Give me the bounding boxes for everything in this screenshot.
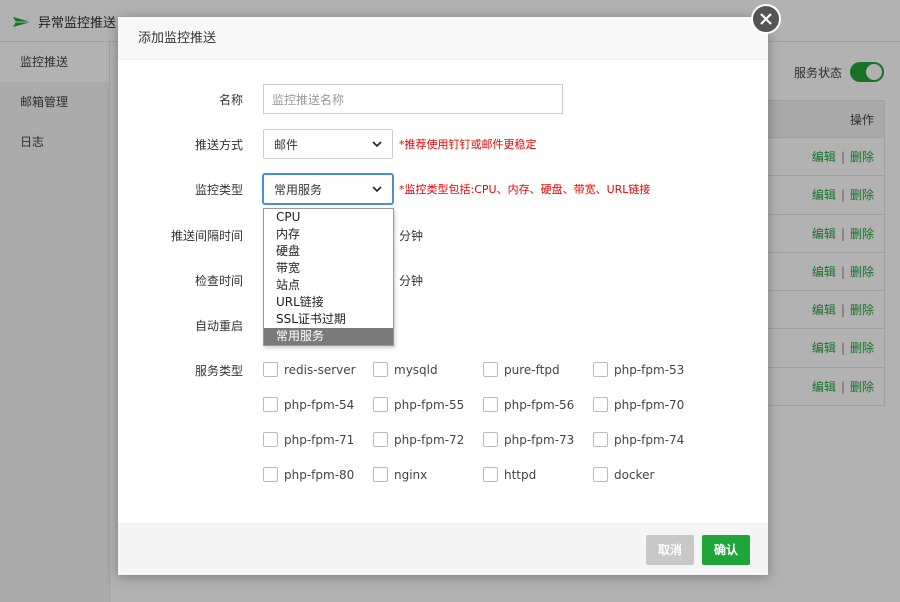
dropdown-option[interactable]: CPU [264, 209, 393, 226]
service-checkbox-item[interactable]: php-fpm-55 [373, 397, 464, 412]
service-checkbox-label: redis-server [284, 362, 356, 377]
service-checkbox-item[interactable]: mysqld [373, 362, 438, 377]
service-checkbox-label: php-fpm-74 [614, 432, 685, 447]
service-checkbox[interactable] [263, 362, 278, 377]
service-checkbox-label: php-fpm-73 [504, 432, 575, 447]
dropdown-option[interactable]: 带宽 [264, 260, 393, 277]
service-checkbox-item[interactable]: php-fpm-56 [483, 397, 574, 412]
monitor-type-value: 常用服务 [274, 182, 323, 197]
service-checkbox[interactable] [483, 362, 498, 377]
service-checkbox-label: nginx [394, 467, 428, 482]
dropdown-option[interactable]: 内存 [264, 226, 393, 243]
name-input[interactable]: 监控推送名称 [263, 84, 563, 114]
service-checkbox-label: httpd [504, 467, 537, 482]
push-method-value: 邮件 [274, 137, 299, 152]
service-checkbox[interactable] [483, 397, 498, 412]
service-checkbox[interactable] [373, 432, 388, 447]
dropdown-option[interactable]: 站点 [264, 277, 393, 294]
push-interval-label: 推送间隔时间 [170, 228, 243, 243]
service-checkbox[interactable] [263, 467, 278, 482]
confirm-button[interactable]: 确认 [702, 535, 751, 565]
service-checkbox-label: pure-ftpd [504, 362, 560, 377]
dialog-title: 添加监控推送 [118, 17, 768, 60]
monitor-type-select[interactable]: 常用服务 [263, 174, 393, 204]
service-checkbox-label: php-fpm-56 [504, 397, 575, 412]
service-checkbox-item[interactable]: php-fpm-72 [373, 432, 464, 447]
push-method-select[interactable]: 邮件 [263, 129, 393, 159]
service-checkbox-item[interactable]: php-fpm-70 [593, 397, 684, 412]
service-checkbox[interactable] [373, 397, 388, 412]
service-checkbox-label: php-fpm-55 [394, 397, 465, 412]
service-checkbox-label: php-fpm-70 [614, 397, 685, 412]
dropdown-option[interactable]: 常用服务 [264, 328, 393, 345]
chevron-down-icon [372, 141, 382, 148]
service-checkbox[interactable] [263, 432, 278, 447]
service-checkbox[interactable] [593, 467, 608, 482]
add-monitor-push-dialog: 添加监控推送 名称 监控推送名称 推送方式 邮件 *推荐使用钉钉或邮件更稳定 监… [118, 17, 768, 575]
service-checkbox-item[interactable]: php-fpm-54 [263, 397, 354, 412]
push-interval-unit: 分钟 [399, 228, 424, 243]
service-checkbox-item[interactable]: nginx [373, 467, 427, 482]
dropdown-option[interactable]: URL链接 [264, 294, 393, 311]
auto-restart-row: 自动重启 [118, 310, 768, 340]
push-method-hint: *推荐使用钉钉或邮件更稳定 [399, 138, 537, 151]
service-checkbox[interactable] [483, 432, 498, 447]
name-row: 名称 监控推送名称 [118, 84, 768, 114]
dropdown-option[interactable]: 硬盘 [264, 243, 393, 260]
service-checkbox-item[interactable]: redis-server [263, 362, 356, 377]
service-checkbox-item[interactable]: httpd [483, 467, 536, 482]
monitor-type-hint: *监控类型包括:CPU、内存、硬盘、带宽、URL链接 [399, 183, 651, 196]
push-method-row: 推送方式 邮件 *推荐使用钉钉或邮件更稳定 [118, 129, 768, 159]
push-method-label: 推送方式 [194, 137, 243, 152]
close-icon [760, 13, 772, 25]
service-checkbox[interactable] [593, 397, 608, 412]
name-label: 名称 [218, 92, 243, 107]
service-checkbox[interactable] [373, 362, 388, 377]
service-checkbox-label: docker [614, 467, 655, 482]
service-checkbox-label: php-fpm-72 [394, 432, 465, 447]
check-time-row: 检查时间 分钟 [118, 265, 768, 295]
service-checkbox-label: php-fpm-71 [284, 432, 355, 447]
monitor-type-dropdown: CPU 内存 硬盘 带宽 站点 URL链接 SSL证书过期 常用服务 [263, 208, 394, 346]
service-checkbox[interactable] [483, 467, 498, 482]
service-checkbox-label: mysqld [394, 362, 438, 377]
service-checkbox-item[interactable]: php-fpm-71 [263, 432, 354, 447]
dropdown-option[interactable]: SSL证书过期 [264, 311, 393, 328]
service-checkbox-label: php-fpm-53 [614, 362, 685, 377]
service-type-label: 服务类型 [194, 363, 243, 378]
service-checkbox-item[interactable]: php-fpm-53 [593, 362, 684, 377]
close-button[interactable] [751, 4, 781, 34]
push-interval-row: 推送间隔时间 分钟 [118, 220, 768, 250]
chevron-down-icon [372, 186, 382, 193]
service-checkbox-item[interactable]: docker [593, 467, 654, 482]
dialog-footer: 取消 确认 [118, 523, 768, 575]
monitor-type-label: 监控类型 [194, 182, 243, 197]
check-time-unit: 分钟 [399, 273, 424, 288]
service-checkbox[interactable] [593, 432, 608, 447]
check-time-label: 检查时间 [194, 273, 243, 288]
service-checkbox-item[interactable]: php-fpm-74 [593, 432, 684, 447]
service-checkbox-item[interactable]: php-fpm-73 [483, 432, 574, 447]
service-checkbox-label: php-fpm-54 [284, 397, 355, 412]
service-checkbox[interactable] [593, 362, 608, 377]
service-checkbox-item[interactable]: pure-ftpd [483, 362, 560, 377]
service-checkbox-label: php-fpm-80 [284, 467, 355, 482]
monitor-type-row: 监控类型 常用服务 *监控类型包括:CPU、内存、硬盘、带宽、URL链接 [118, 174, 768, 204]
service-checkbox-item[interactable]: php-fpm-80 [263, 467, 354, 482]
cancel-button[interactable]: 取消 [646, 535, 695, 565]
service-checkbox[interactable] [263, 397, 278, 412]
service-checkbox[interactable] [373, 467, 388, 482]
auto-restart-label: 自动重启 [194, 318, 243, 333]
